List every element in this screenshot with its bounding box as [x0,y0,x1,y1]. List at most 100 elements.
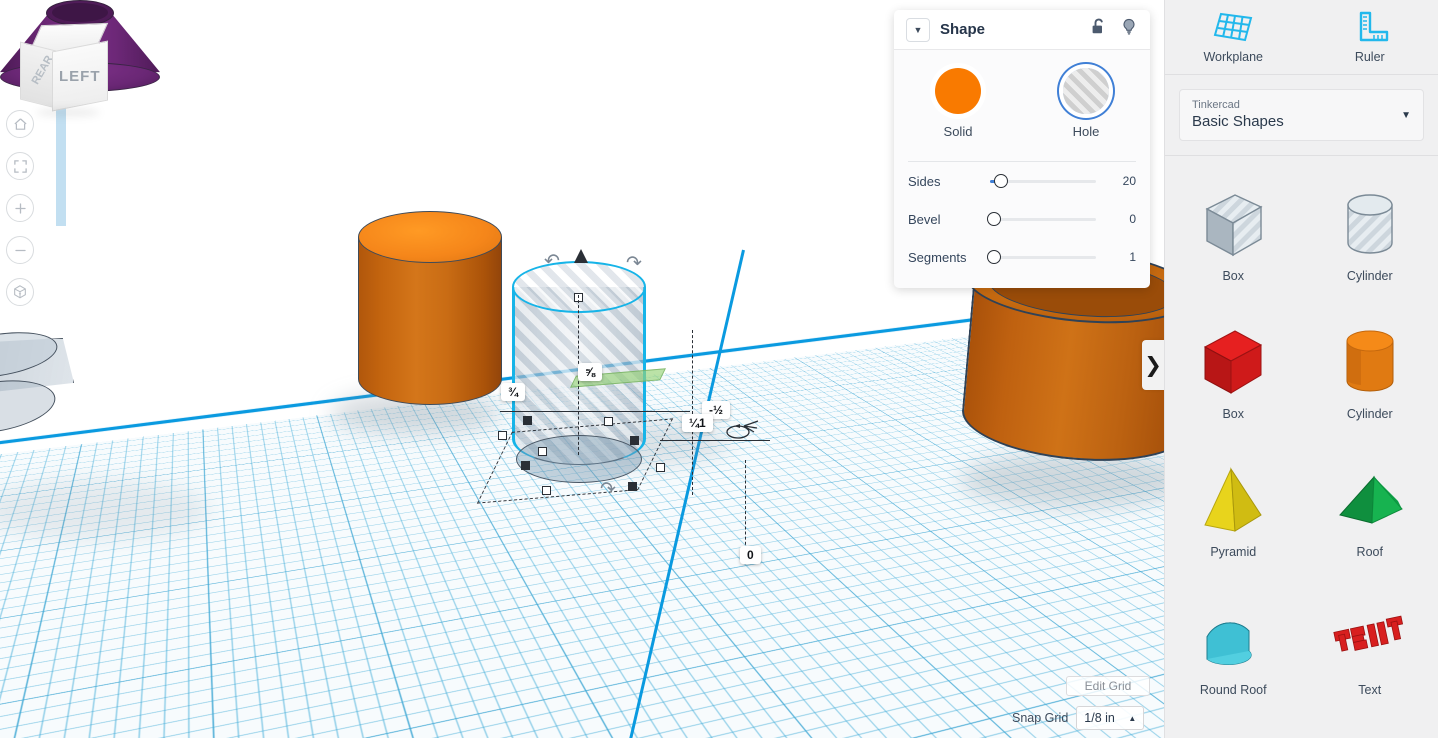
dimension-label-origin[interactable]: 0 [740,546,761,564]
sides-value[interactable]: 20 [1106,174,1136,188]
shape-item-box-hole[interactable]: Box [1165,164,1302,302]
shape-item-pyramid[interactable]: Pyramid [1165,440,1302,578]
zoom-out-button[interactable] [6,236,34,264]
view-cube-front-face[interactable]: LEFT [52,41,108,112]
workplane-label: Workplane [1203,50,1263,64]
segments-slider-track[interactable] [990,256,1096,259]
rotate-handle-top[interactable]: ↶ [544,250,560,273]
resize-handle-edge-sw[interactable] [521,461,530,470]
hole-label: Hole [1073,124,1100,139]
shape-item-next-row-left[interactable] [1165,716,1302,738]
toggle-projection-button[interactable] [6,278,34,306]
move-gizmo-icon[interactable] [722,412,764,440]
dimension-label-width[interactable]: ¾ [501,383,525,401]
slider-row-bevel: Bevel 0 [894,200,1150,238]
shape-collection-select[interactable]: Tinkercad Basic Shapes ▼ [1179,89,1424,141]
slider-row-segments: Segments 1 [894,238,1150,276]
resize-handle-mid-right[interactable] [604,417,613,426]
sides-slider-knob[interactable] [994,174,1008,188]
panel-bottom-padding [894,276,1150,288]
hole-mode-option[interactable]: Hole [1022,68,1150,139]
shape-item-text[interactable]: Text [1302,578,1438,716]
resize-handle-edge-se[interactable] [628,482,637,491]
shape-item-round-roof[interactable]: Round Roof [1165,578,1302,716]
shape-label: Text [1358,683,1381,697]
sidebar-tool-row: Workplane Ruler [1165,0,1438,74]
shape-item-next-row-right[interactable] [1302,716,1438,738]
shape-item-box-red[interactable]: Box [1165,302,1302,440]
dimension-label-depth[interactable]: ⅝ [578,363,602,381]
edit-grid-button[interactable]: Edit Grid [1066,676,1150,696]
height-handle-cone[interactable] [574,249,588,263]
bevel-label: Bevel [908,212,980,227]
roof-thumbnail [1328,459,1412,543]
dimension-label-height[interactable]: ¼1 [682,414,713,432]
solid-color-swatch[interactable] [935,68,981,114]
view-cube[interactable]: REAR LEFT [18,24,114,116]
sidebar-tool-workplane[interactable]: Workplane [1165,0,1302,74]
scene-object-hole-left[interactable] [0,338,74,438]
hole-pattern-swatch[interactable] [1063,68,1109,114]
dimension-line-origin [745,460,746,555]
purple-cone-inner [52,3,108,22]
resize-handle-edge-e[interactable] [630,436,639,445]
selected-cylinder-top [512,261,646,313]
snap-grid-control: Snap Grid 1/8 in ▲ [1012,706,1144,730]
resize-handle-corner-s[interactable] [542,486,551,495]
view-cube-left-face[interactable]: REAR [20,42,56,109]
collection-name: Basic Shapes [1192,112,1401,132]
lightbulb-icon[interactable] [1120,17,1138,42]
resize-handle-corner-nw[interactable] [498,431,507,440]
shapes-sidebar: Workplane Ruler Tinkercad Basic Shapes ▼… [1164,0,1438,738]
home-view-button[interactable] [6,110,34,138]
scene-object-orange-cylinder-2[interactable] [966,280,1164,460]
shape-mode-swatches: Solid Hole [894,50,1150,145]
box-red-thumbnail [1191,321,1275,405]
sidebar-divider [1165,74,1438,75]
shape-panel-header: ▼ Shape [894,10,1150,50]
sidebar-tool-ruler[interactable]: Ruler [1302,0,1438,74]
unlock-icon[interactable] [1090,17,1108,42]
fit-to-view-button[interactable] [6,152,34,180]
shape-library-grid: Box Cylinder Box Cylinder Pyramid Roof R… [1165,156,1438,738]
tinkercad-app: ↷ ↶ ↷ ¾ ⅝ -½ ¼1 0 REAR LEFT Edit Grid Sn… [0,0,1438,738]
panel-collapse-handle[interactable]: ❯ [1142,340,1164,390]
round-roof-thumbnail [1191,597,1275,681]
resize-handle-corner-n[interactable] [538,447,547,456]
chevron-down-icon: ▼ [1401,110,1411,121]
solid-mode-option[interactable]: Solid [894,68,1022,139]
segments-value[interactable]: 1 [1106,250,1136,264]
shape-item-roof[interactable]: Roof [1302,440,1438,578]
fit-frame-icon [13,159,28,174]
shape-label: Pyramid [1210,545,1256,559]
snap-grid-value: 1/8 in [1084,711,1128,725]
view-cube-shadow [36,108,100,117]
shape-item-cylinder-orange[interactable]: Cylinder [1302,302,1438,440]
snap-grid-select[interactable]: 1/8 in ▲ [1076,706,1144,730]
slider-row-sides: Sides 20 [894,162,1150,200]
minus-icon [13,243,28,258]
zoom-in-button[interactable] [6,194,34,222]
collection-vendor: Tinkercad [1192,98,1401,112]
resize-handle-corner-se[interactable] [656,463,665,472]
plus-icon [13,201,28,216]
sides-label: Sides [908,174,980,189]
shape-item-cylinder-hole[interactable]: Cylinder [1302,164,1438,302]
rotate-handle-bottom[interactable]: ↷ [600,478,616,501]
snap-grid-label: Snap Grid [1012,711,1068,725]
shape-label: Round Roof [1200,683,1267,697]
bevel-value[interactable]: 0 [1106,212,1136,226]
shape-label: Cylinder [1347,407,1393,421]
box-perspective-icon [12,284,28,300]
sides-slider-track[interactable] [990,180,1096,183]
pyramid-thumbnail [1191,459,1275,543]
shape-panel-collapse-button[interactable]: ▼ [906,18,930,42]
bevel-slider-track[interactable] [990,218,1096,221]
bevel-slider-knob[interactable] [987,212,1001,226]
resize-handle-edge-w[interactable] [523,416,532,425]
scene-object-orange-cylinder[interactable] [358,237,502,405]
solid-label: Solid [944,124,973,139]
shape-label: Cylinder [1347,269,1393,283]
chevron-up-icon: ▲ [1128,714,1136,723]
segments-slider-knob[interactable] [987,250,1001,264]
